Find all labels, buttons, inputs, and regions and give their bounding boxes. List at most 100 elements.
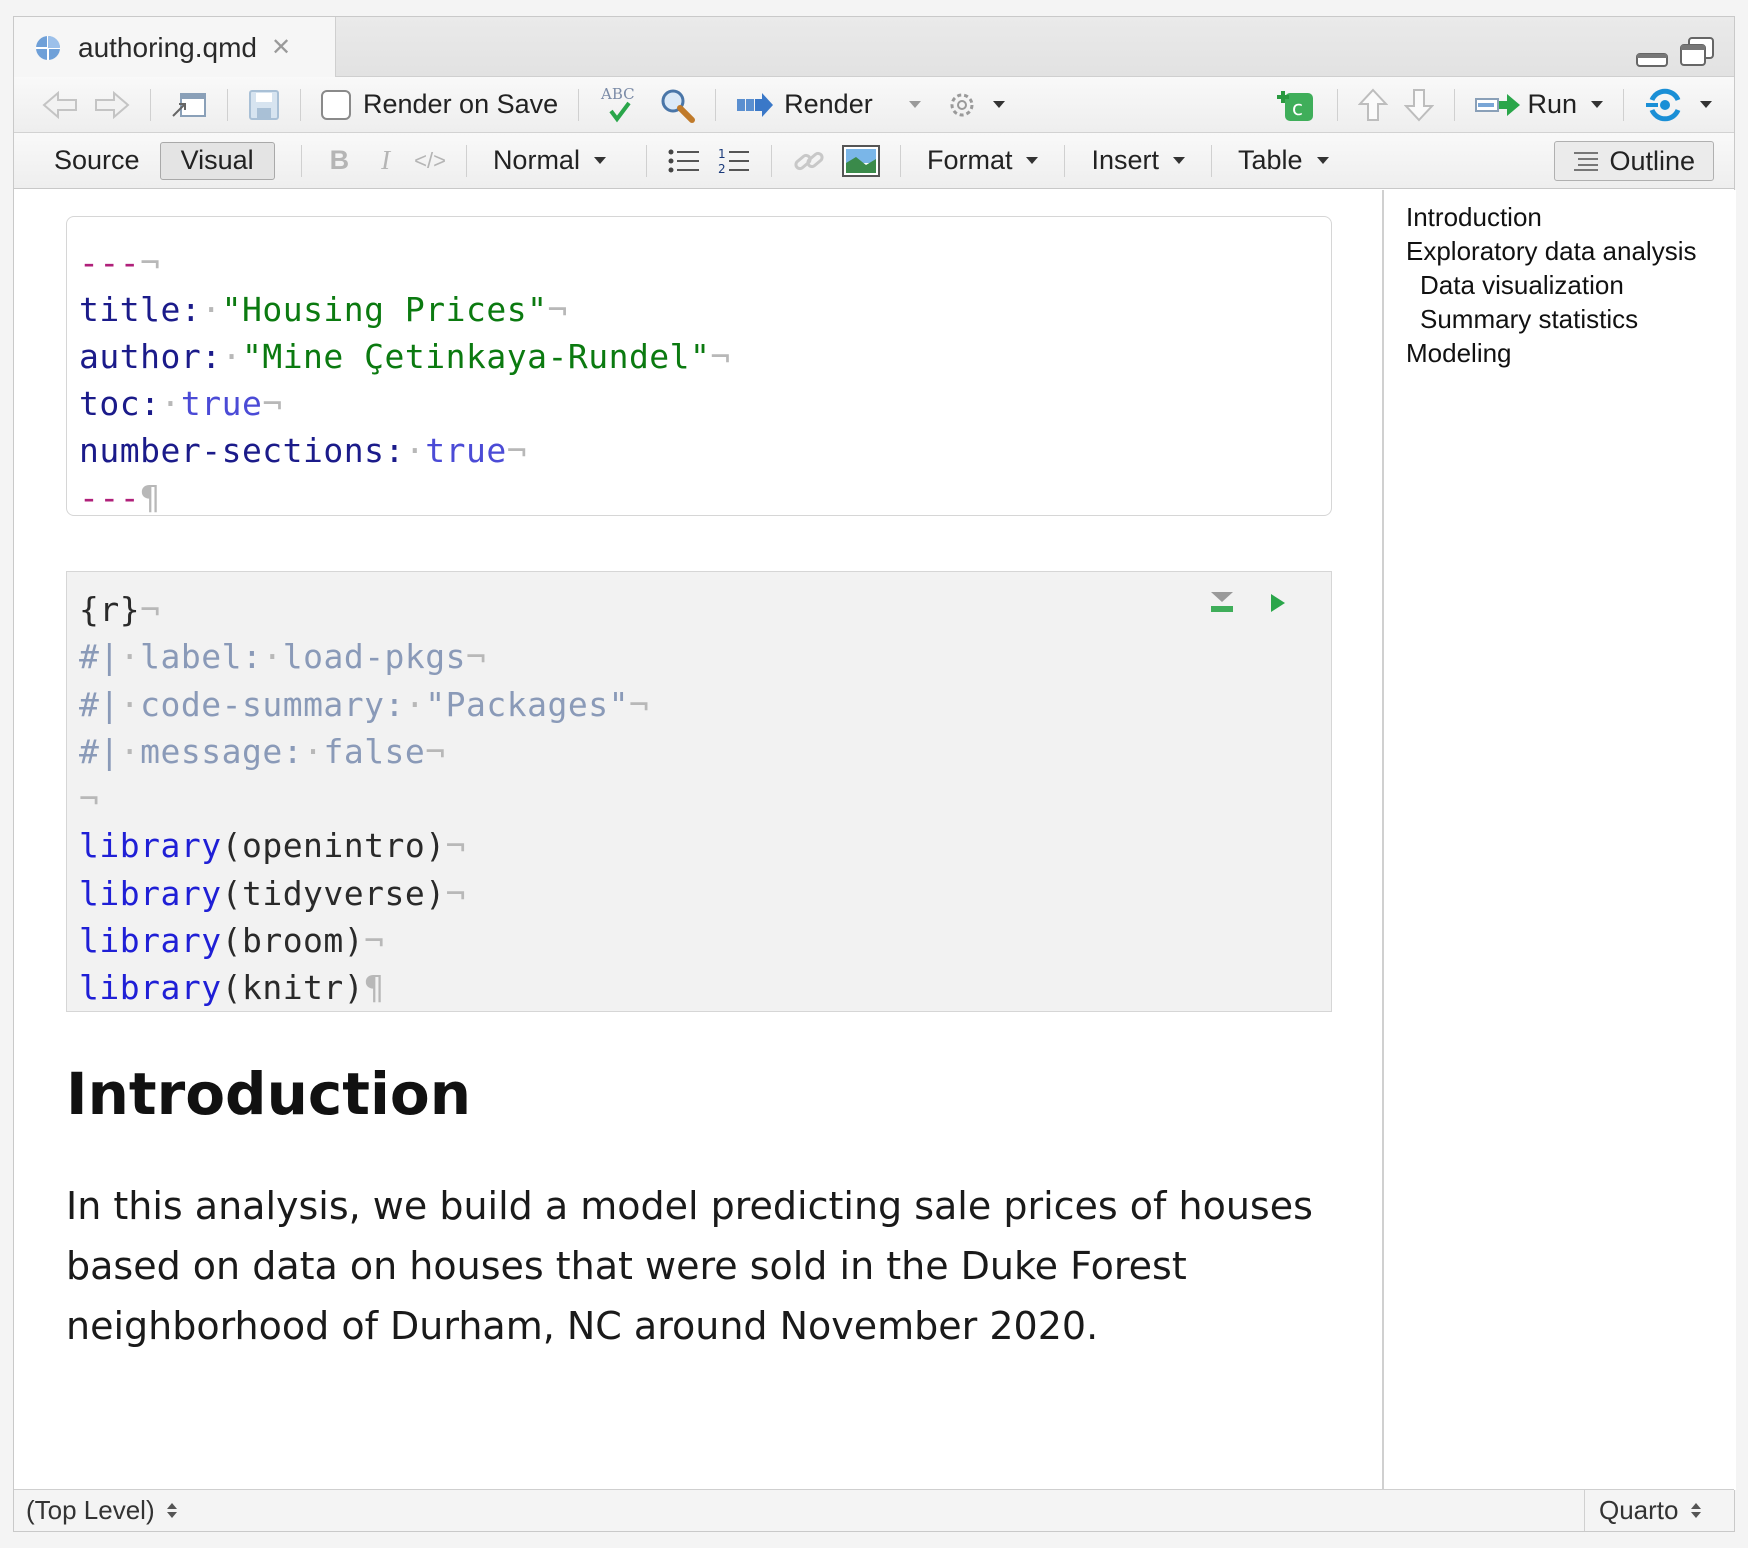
back-button[interactable] [34, 85, 86, 125]
arrow-left-icon [42, 90, 77, 119]
yaml-front-matter-block[interactable]: ---¬ title:·"Housing Prices"¬ author:·"M… [66, 216, 1332, 517]
chevron-down-icon [1700, 101, 1712, 108]
publish-button[interactable] [1636, 85, 1720, 125]
scope-selector[interactable]: (Top Level) [14, 1495, 177, 1526]
outline-toggle-button[interactable]: Outline [1554, 141, 1714, 181]
render-options-dropdown[interactable] [901, 85, 929, 125]
table-menu-label: Table [1238, 145, 1303, 175]
code-line: #|·code-summary:·"Packages"¬ [79, 684, 650, 724]
table-menu[interactable]: Table [1224, 141, 1343, 181]
render-arrow-icon [737, 92, 774, 117]
svg-text:2: 2 [718, 162, 726, 176]
next-chunk-button[interactable] [1396, 85, 1442, 125]
outline-item[interactable]: Modeling [1406, 336, 1736, 370]
outline-item[interactable]: Exploratory data analysis [1406, 234, 1736, 268]
code-line: title:·"Housing Prices"¬ [79, 290, 568, 329]
arrow-up-icon [1358, 88, 1389, 121]
visual-mode-button[interactable]: Visual [159, 141, 275, 180]
visual-editor-area[interactable]: ---¬ title:·"Housing Prices"¬ author:·"M… [14, 190, 1384, 1490]
publish-icon [1646, 88, 1681, 121]
document-outline-pane: Introduction Exploratory data analysis D… [1386, 190, 1736, 1490]
bold-button[interactable]: B [314, 141, 366, 181]
numbered-list-button[interactable]: 1 2 [709, 141, 759, 181]
code-line: toc:·true¬ [79, 384, 283, 423]
format-menu-label: Format [926, 145, 1013, 175]
chevron-down-icon [1316, 157, 1329, 164]
document-type-selector[interactable]: Quarto [1584, 1490, 1734, 1531]
spellcheck-icon: ABC [600, 85, 635, 122]
save-icon [249, 89, 279, 120]
insert-code-chunk-icon: c [1277, 90, 1314, 121]
editor-window: authoring.qmd ✕ Render on Save ABC Rende… [13, 16, 1736, 1532]
find-replace-button[interactable] [651, 85, 703, 125]
code-line: #|·message:·false¬ [79, 731, 446, 771]
render-button[interactable]: Render [728, 85, 881, 125]
code-line: ---¶ [79, 478, 161, 517]
render-on-save-checkbox[interactable] [321, 89, 351, 120]
insert-link-button[interactable] [784, 141, 834, 181]
quarto-file-icon [36, 35, 60, 60]
code-line: library(openintro)¬ [79, 826, 467, 866]
bullet-list-icon [668, 149, 699, 172]
insert-menu-label: Insert [1091, 145, 1159, 175]
svg-text:c: c [1292, 96, 1303, 120]
code-line: library(tidyverse)¬ [79, 873, 467, 913]
link-icon [794, 151, 824, 170]
maximize-pane-icon[interactable] [1680, 37, 1714, 67]
bullet-list-button[interactable] [659, 141, 709, 181]
save-button[interactable] [240, 85, 288, 125]
minimize-pane-icon[interactable] [1636, 53, 1668, 67]
chevron-down-icon [593, 157, 606, 164]
code-format-button[interactable]: </> [406, 141, 454, 181]
format-menu[interactable]: Format [913, 141, 1053, 181]
updown-chevron-icon [166, 1503, 177, 1518]
paragraph-style-value: Normal [492, 145, 580, 175]
main-toolbar: Render on Save ABC Render c Run [14, 77, 1734, 133]
italic-button[interactable]: I [365, 141, 406, 181]
close-tab-icon[interactable]: ✕ [271, 33, 291, 62]
tab-bar: authoring.qmd ✕ [14, 17, 1734, 78]
chevron-down-icon [1026, 157, 1039, 164]
svg-text:ABC: ABC [600, 85, 635, 103]
chevron-down-icon [1173, 157, 1185, 164]
outline-item[interactable]: Introduction [1406, 200, 1736, 234]
code-line: library(knitr)¶ [79, 968, 385, 1008]
outline-item[interactable]: Summary statistics [1406, 302, 1736, 336]
updown-chevron-icon [1690, 1503, 1701, 1518]
show-in-window-button[interactable] [163, 85, 215, 125]
render-label: Render [784, 89, 873, 119]
spellcheck-button[interactable]: ABC [591, 85, 651, 125]
numbered-list-icon: 1 2 [718, 147, 749, 176]
chevron-down-icon [908, 101, 921, 108]
arrow-right-icon [95, 90, 130, 119]
render-on-save-label: Render on Save [363, 89, 559, 119]
visual-editor-toolbar: Source Visual B I </> Normal 1 2 Format … [14, 133, 1734, 189]
document-type-label: Quarto [1599, 1495, 1679, 1525]
run-previous-chunks-icon[interactable] [1209, 590, 1235, 616]
settings-button[interactable] [937, 85, 1013, 125]
paragraph-style-select[interactable]: Normal [479, 141, 620, 181]
file-tab[interactable]: authoring.qmd ✕ [14, 17, 336, 78]
section-heading: Introduction [66, 1060, 471, 1128]
r-code-chunk[interactable]: {r}¬ #|·label:·load-pkgs¬ #|·code-summar… [66, 571, 1332, 1012]
outline-icon [1574, 152, 1599, 171]
chevron-down-icon [992, 101, 1005, 108]
outline-toggle-label: Outline [1609, 145, 1695, 176]
insert-chunk-button[interactable]: c [1267, 85, 1325, 125]
run-button[interactable]: Run [1467, 85, 1611, 125]
code-line: ¬ [79, 779, 100, 819]
scope-label: (Top Level) [26, 1495, 155, 1525]
search-icon [661, 89, 696, 123]
code-line: ---¬ [79, 243, 161, 282]
source-mode-button[interactable]: Source [34, 142, 160, 180]
forward-button[interactable] [86, 85, 138, 125]
run-chunk-icon[interactable] [1269, 592, 1287, 614]
code-line: {r}¬ [79, 590, 161, 629]
previous-chunk-button[interactable] [1350, 85, 1396, 125]
render-on-save-toggle[interactable]: Render on Save [313, 85, 566, 125]
insert-menu[interactable]: Insert [1077, 141, 1199, 181]
insert-image-button[interactable] [834, 141, 888, 181]
outline-item[interactable]: Data visualization [1406, 268, 1736, 302]
run-label: Run [1527, 89, 1577, 119]
code-line: author:·"Mine Çetinkaya-Rundel"¬ [79, 337, 731, 376]
